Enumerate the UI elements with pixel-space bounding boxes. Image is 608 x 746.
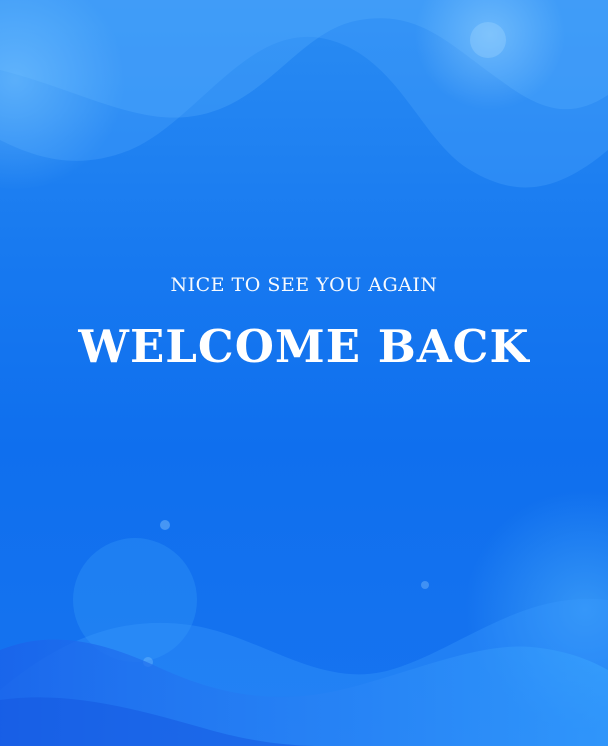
dot-3 xyxy=(421,581,429,589)
glow-top-left xyxy=(0,0,125,190)
dot-1 xyxy=(160,520,170,530)
welcome-screen: NICE TO SEE YOU AGAIN WELCOME BACK xyxy=(0,0,608,746)
subtitle: NICE TO SEE YOU AGAIN xyxy=(170,274,438,296)
page-title: WELCOME BACK xyxy=(78,320,530,373)
bubble-top-right xyxy=(470,22,506,58)
